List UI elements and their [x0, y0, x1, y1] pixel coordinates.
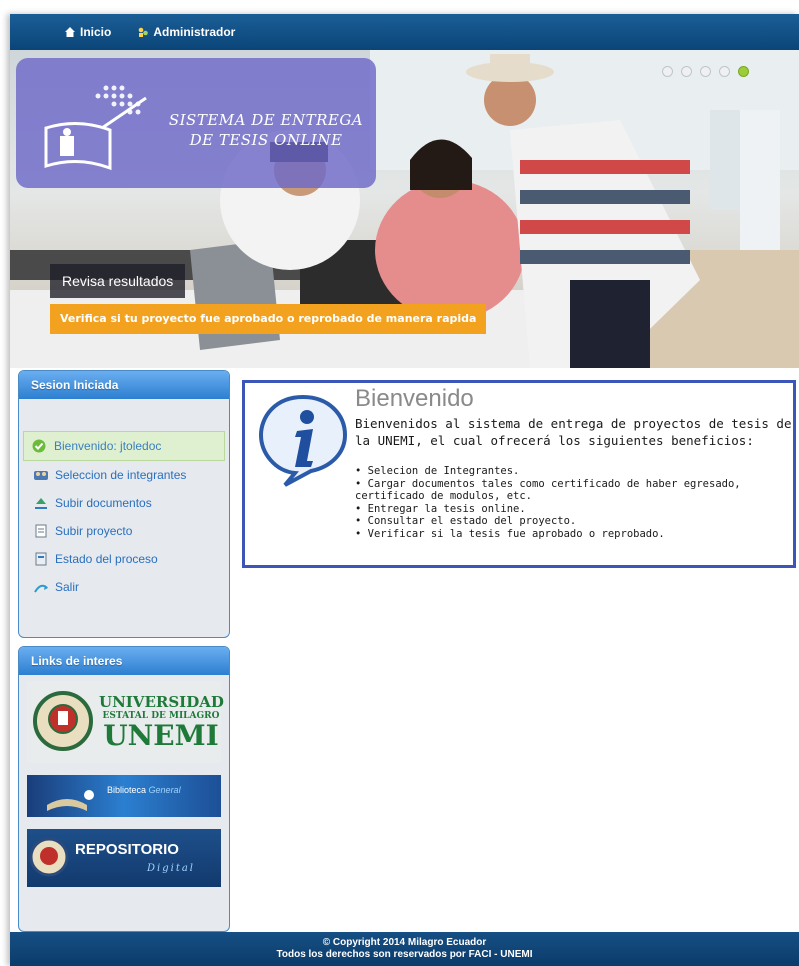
slider-dots [662, 66, 749, 77]
menu-item-seleccion-integrantes[interactable]: Seleccion de integrantes [19, 461, 229, 489]
link-biblioteca-line2: General [148, 785, 181, 795]
welcome-box: Bienvenido Bienvenidos al sistema de ent… [242, 380, 796, 568]
admin-icon [137, 26, 149, 38]
menu-item-label: Seleccion de integrantes [55, 468, 187, 482]
link-repositorio[interactable]: REPOSITORIO Digital [27, 829, 221, 887]
welcome-user-label: Bienvenido: jtoledoc [54, 439, 162, 453]
link-repositorio-line1: REPOSITORIO [75, 841, 179, 858]
logo-line1: SISTEMA DE ENTREGA [168, 111, 364, 129]
menu-item-label: Salir [55, 580, 80, 594]
welcome-title: Bienvenido [355, 385, 474, 412]
page-frame: Inicio Administrador SISTEMA DE ENTREGA … [10, 14, 799, 966]
document-icon [33, 524, 49, 538]
slide-caption-title: Revisa resultados [50, 264, 186, 298]
slider-dot-1[interactable] [662, 66, 673, 77]
link-biblioteca-line1: Biblioteca [107, 785, 147, 795]
welcome-intro: Bienvenidos al sistema de entrega de pro… [355, 416, 792, 448]
benefit-item: • Consultar el estado del proyecto. [355, 515, 577, 527]
menu-item-label: Estado del proceso [55, 552, 158, 566]
footer-copyright: © Copyright 2014 Milagro Ecuador [322, 937, 487, 948]
check-icon [32, 439, 48, 453]
menu-item-subir-documentos[interactable]: Subir documentos [19, 489, 229, 517]
session-panel: Sesion Iniciada Bienvenido: jtoledoc Sel… [18, 370, 230, 638]
benefit-item: • Cargar documentos tales como certifica… [355, 477, 741, 503]
link-repositorio-line2: Digital [147, 863, 195, 874]
info-icon [258, 394, 348, 487]
status-icon [33, 552, 49, 566]
repositorio-seal-icon [29, 837, 69, 877]
welcome-user: Bienvenido: jtoledoc [23, 431, 225, 461]
logo-line2: DE TESIS ONLINE [189, 131, 343, 149]
footer: © Copyright 2014 Milagro Ecuador Todos l… [10, 932, 799, 966]
logo-title: SISTEMA DE ENTREGA DE TESIS ONLINE [156, 110, 376, 150]
link-unemi-line3: UNEMI [103, 719, 219, 752]
book-icon [47, 790, 94, 811]
link-unemi-line1: UNIVERSIDAD [99, 693, 224, 711]
nav-item-label: Inicio [80, 25, 112, 39]
slider-dot-2[interactable] [681, 66, 692, 77]
menu-item-label: Subir proyecto [55, 524, 133, 538]
slide-caption-subtitle: Verifica si tu proyecto fue aprobado o r… [50, 304, 487, 334]
link-biblioteca[interactable]: Biblioteca General [27, 775, 221, 817]
footer-rights: Todos los derechos son reservados por FA… [276, 949, 533, 960]
menu-item-estado-proceso[interactable]: Estado del proceso [19, 545, 229, 573]
slider-dot-4[interactable] [719, 66, 730, 77]
upload-icon [33, 496, 49, 510]
benefit-item: • Selecion de Integrantes. [355, 465, 520, 477]
nav-item-administrador[interactable]: Administrador [137, 25, 235, 39]
menu-item-salir[interactable]: Salir [19, 573, 229, 601]
slider-dot-5[interactable] [738, 66, 749, 77]
menu-item-subir-proyecto[interactable]: Subir proyecto [19, 517, 229, 545]
benefit-item: • Verificar si la tesis fue aprobado o r… [355, 527, 665, 540]
slider-dot-3[interactable] [700, 66, 711, 77]
link-unemi[interactable]: UNIVERSIDAD ESTATAL DE MILAGRO UNEMI [27, 681, 224, 763]
session-panel-title: Sesion Iniciada [19, 371, 229, 399]
system-logo: SISTEMA DE ENTREGA DE TESIS ONLINE [16, 58, 376, 188]
nav-item-label: Administrador [153, 25, 236, 39]
exit-icon [33, 580, 49, 594]
menu-item-label: Subir documentos [55, 496, 152, 510]
hero-slider: SISTEMA DE ENTREGA DE TESIS ONLINE Revis… [10, 50, 799, 368]
home-icon [64, 26, 76, 38]
links-panel: Links de interes UNIVERSIDAD ESTATAL DE … [18, 646, 230, 932]
nav-item-inicio[interactable]: Inicio [64, 25, 111, 39]
top-nav: Inicio Administrador [10, 14, 799, 50]
group-icon [33, 468, 49, 482]
links-panel-title: Links de interes [19, 647, 229, 675]
benefits-list: • Selecion de Integrantes. • Cargar docu… [355, 465, 795, 540]
benefit-item: • Entregar la tesis online. [355, 502, 526, 515]
